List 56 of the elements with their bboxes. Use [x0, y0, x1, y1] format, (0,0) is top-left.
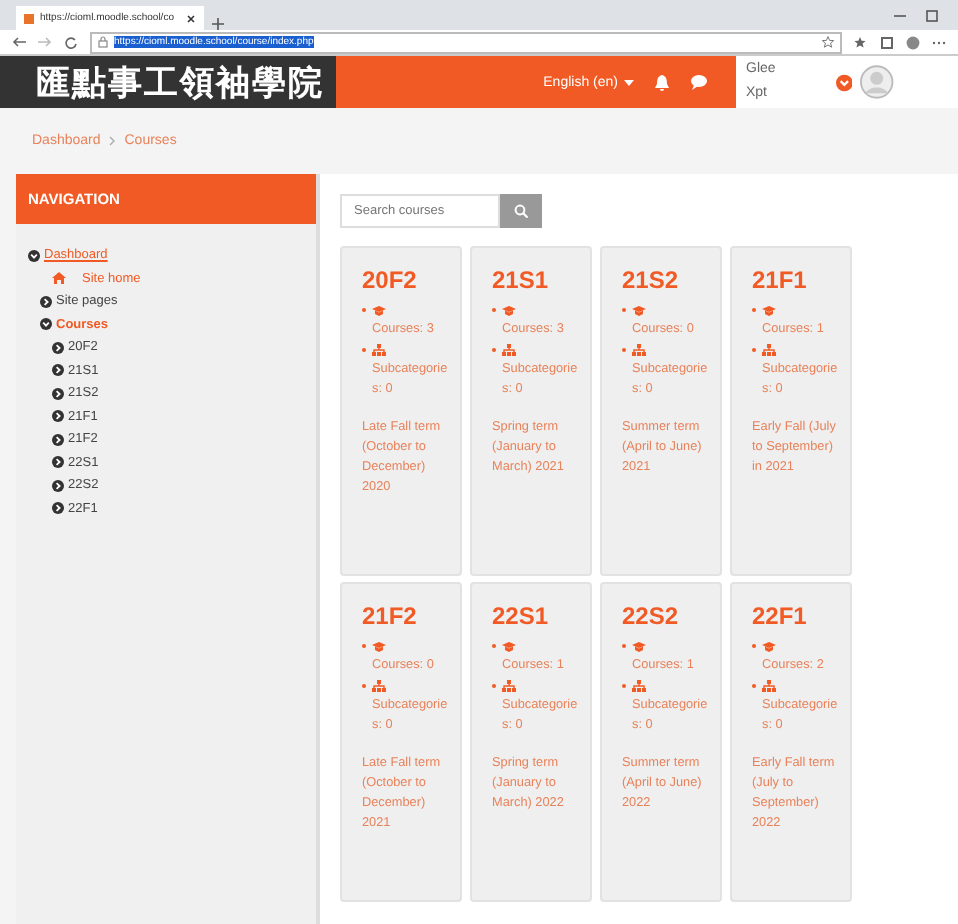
graduation-cap-icon — [372, 641, 386, 651]
back-arrow-icon[interactable] — [12, 36, 26, 48]
search-icon — [514, 204, 528, 218]
graduation-cap-icon — [372, 305, 386, 315]
category-title[interactable]: 20F2 — [362, 266, 448, 294]
maximize-icon[interactable] — [926, 9, 938, 21]
new-tab-icon[interactable] — [212, 18, 224, 30]
collections-icon[interactable] — [880, 35, 894, 49]
house-icon — [52, 272, 66, 285]
close-icon[interactable] — [186, 13, 196, 23]
graduation-cap-icon — [632, 641, 646, 651]
lock-icon — [98, 36, 108, 48]
hierarchy-icon — [372, 344, 386, 356]
collapsed-chevron-icon[interactable] — [52, 456, 64, 469]
collapsed-chevron-icon[interactable] — [52, 433, 64, 446]
hierarchy-icon — [632, 344, 646, 356]
collapsed-chevron-icon[interactable] — [52, 479, 64, 492]
chat-icon[interactable] — [690, 74, 708, 90]
collapsed-chevron-icon[interactable] — [40, 295, 52, 308]
refresh-icon[interactable] — [64, 35, 78, 49]
hierarchy-icon — [502, 680, 516, 692]
collapsed-chevron-icon[interactable] — [52, 364, 64, 377]
dropdown-icon[interactable] — [836, 73, 853, 91]
expanded-chevron-icon[interactable] — [40, 318, 52, 331]
collapsed-chevron-icon[interactable] — [52, 502, 64, 515]
graduation-cap-icon — [502, 641, 516, 651]
profile-icon[interactable] — [906, 35, 920, 49]
category-title[interactable]: 22S1 — [492, 602, 578, 630]
search-button[interactable] — [500, 194, 542, 228]
bell-icon[interactable] — [654, 73, 670, 91]
category-title[interactable]: 21S2 — [622, 266, 708, 294]
category-title[interactable]: 22S2 — [622, 602, 708, 630]
graduation-cap-icon — [632, 305, 646, 315]
minimize-icon[interactable] — [894, 9, 906, 21]
site-logo[interactable]: 匯點事工領袖學院 — [0, 56, 336, 108]
chevron-icon — [108, 136, 117, 146]
caret-icon — [624, 79, 634, 85]
favicon-icon — [24, 13, 34, 23]
hierarchy-icon — [762, 344, 776, 356]
star-icon[interactable] — [822, 36, 834, 48]
collapsed-chevron-icon[interactable] — [52, 387, 64, 400]
collapsed-chevron-icon[interactable] — [52, 410, 64, 423]
graduation-cap-icon — [502, 305, 516, 315]
favorites-icon[interactable] — [854, 35, 868, 49]
category-title[interactable]: 21S1 — [492, 266, 578, 294]
collapsed-chevron-icon[interactable] — [52, 341, 64, 354]
hierarchy-icon — [502, 344, 516, 356]
category-title[interactable]: 21F2 — [362, 602, 448, 630]
category-title[interactable]: 22F1 — [752, 602, 838, 630]
hierarchy-icon — [632, 680, 646, 692]
graduation-cap-icon — [762, 305, 776, 315]
graduation-cap-icon — [762, 641, 776, 651]
category-title[interactable]: 21F1 — [752, 266, 838, 294]
hierarchy-icon — [372, 680, 386, 692]
hierarchy-icon — [762, 680, 776, 692]
expanded-chevron-icon[interactable] — [28, 249, 40, 262]
